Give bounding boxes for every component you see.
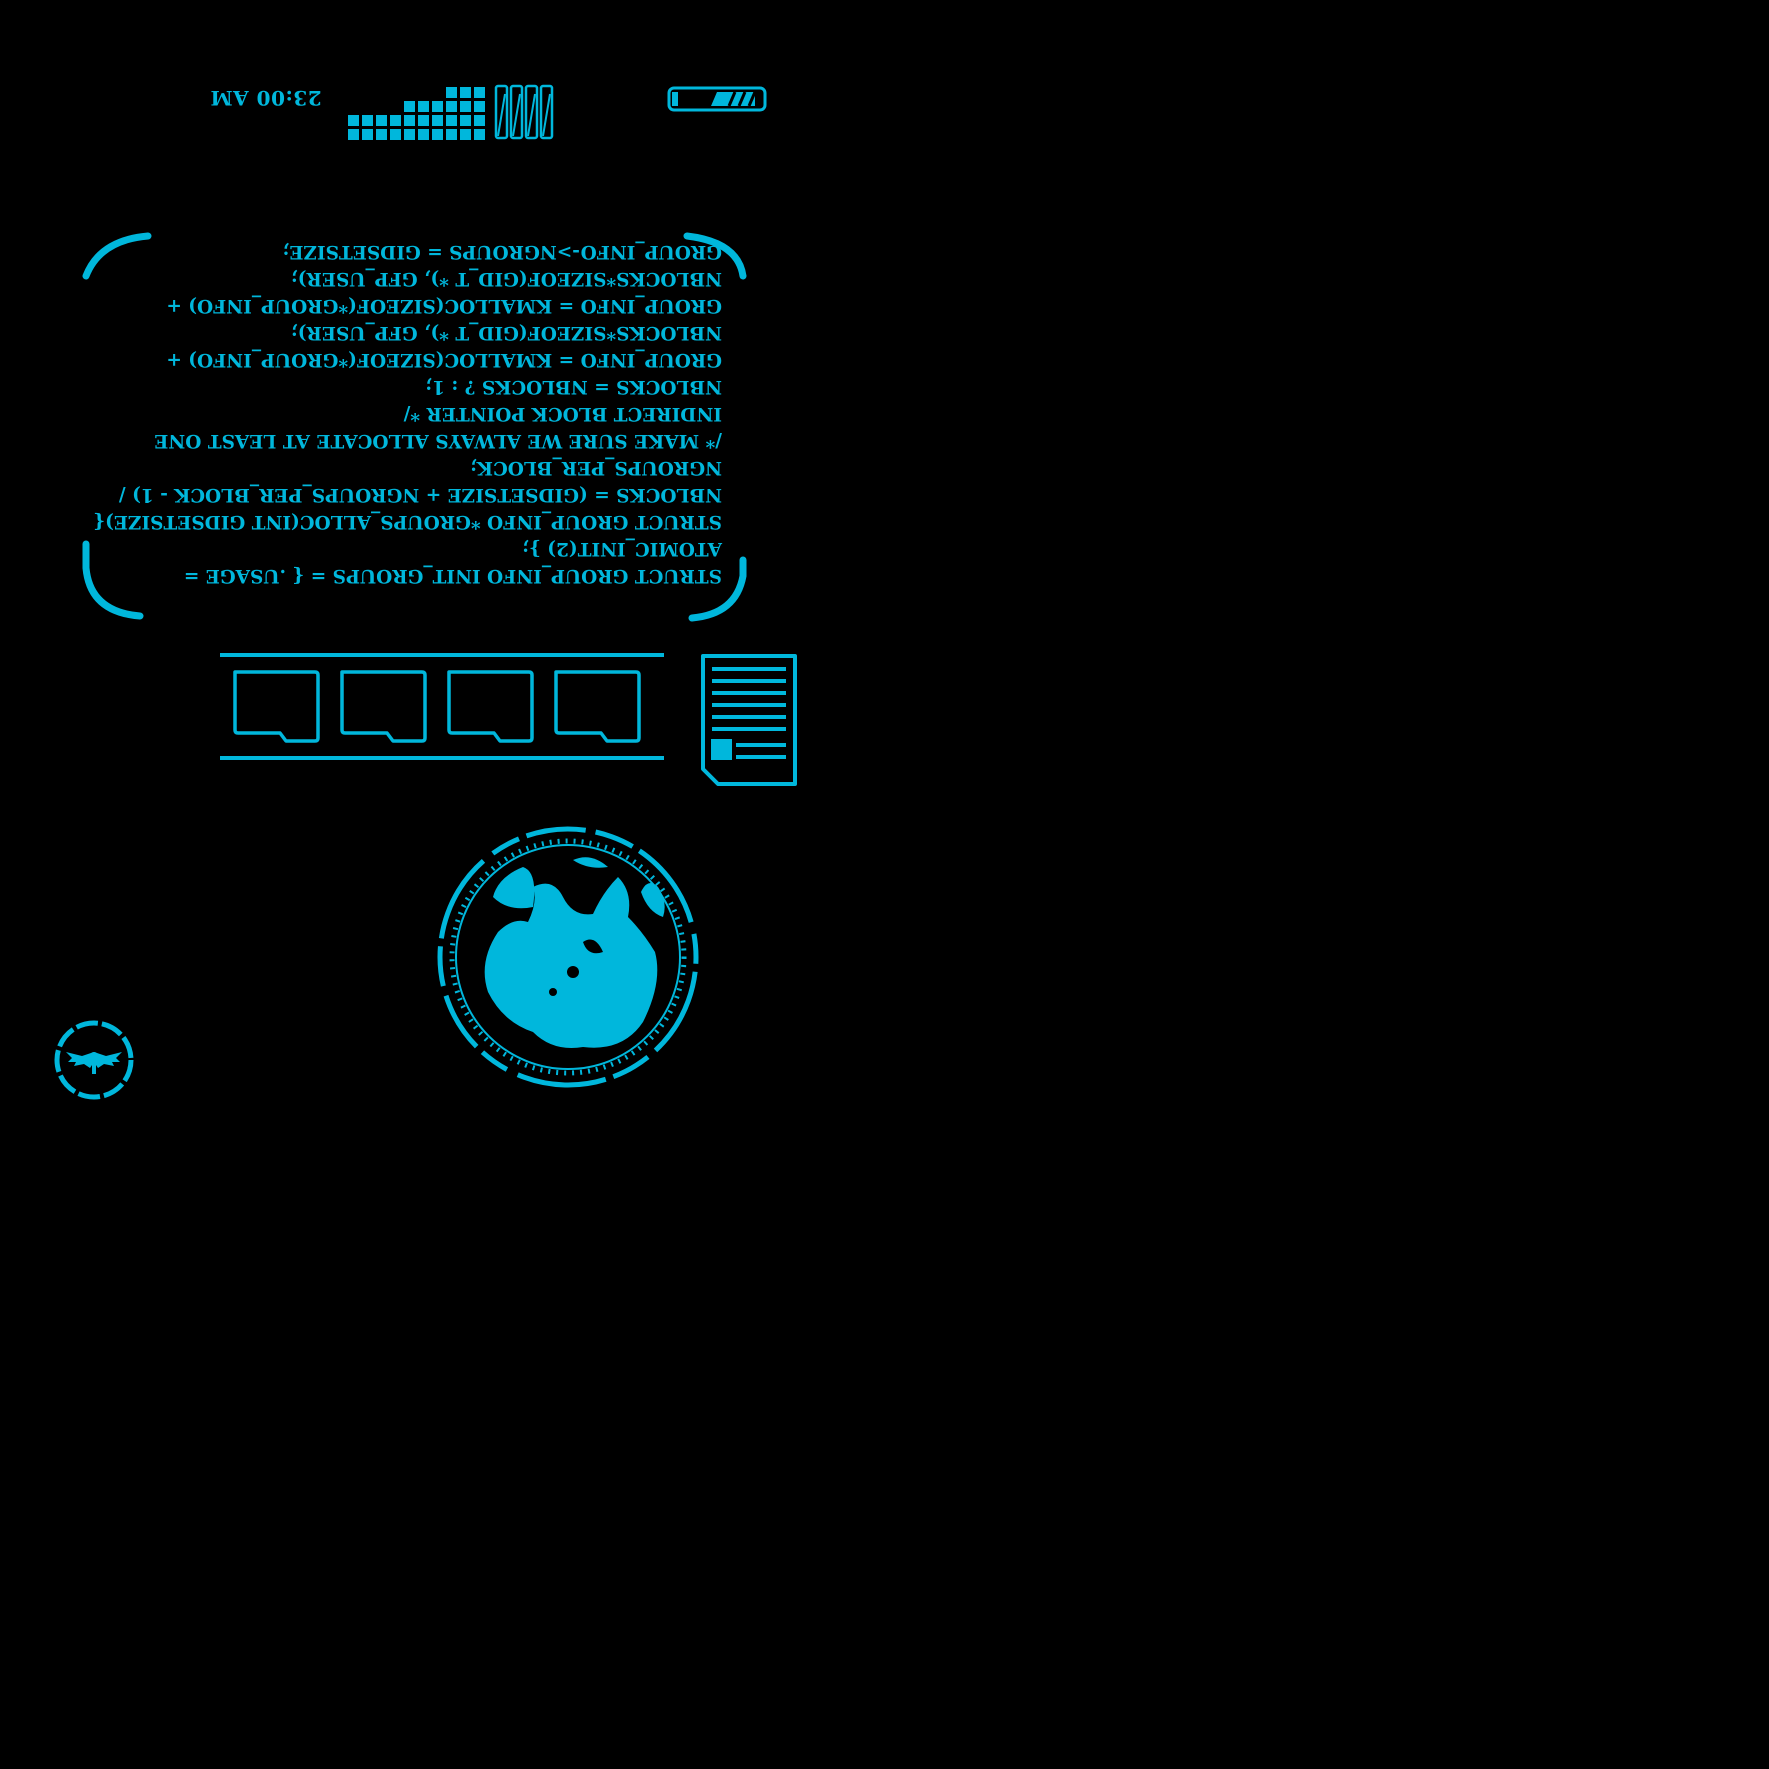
monitor-strip — [220, 653, 664, 760]
hud-screen: 23:00 AM STRUCT GROUP_INFO INIT_GROUPS =… — [0, 0, 1769, 1769]
code-line: GROUP_INFO = KMALLOC(SIZEOF(*GROUP_INFO)… — [166, 295, 722, 316]
monitor-icon — [340, 670, 427, 743]
code-line: /* MAKE SURE WE ALWAYS ALLOCATE AT LEAST… — [154, 430, 722, 451]
code-line: NBLOCKS*SIZEOF(GID_T *), GFP_USER); — [290, 322, 722, 343]
battery-icon — [667, 86, 767, 112]
globe-icon — [437, 826, 699, 1088]
code-line: NBLOCKS = NBLOCKS ? : 1; — [425, 376, 722, 397]
code-line: GROUP_INFO = KMALLOC(SIZEOF(*GROUP_INFO)… — [166, 349, 722, 370]
code-line: NBLOCKS = (GIDSETSIZE + NGROUPS_PER_BLOC… — [118, 484, 722, 505]
monitor-icon — [554, 670, 641, 743]
code-line: INDIRECT BLOCK POINTER */ — [403, 403, 722, 424]
document-icon — [701, 654, 797, 786]
clock-time: 23:00 AM — [210, 86, 322, 110]
signal-grid-icon — [348, 87, 485, 140]
monitor-icon — [233, 670, 320, 743]
code-line: ATOMIC_INIT(2) }; — [522, 538, 722, 559]
monitor-icon — [447, 670, 534, 743]
striped-bars-icon — [494, 84, 554, 140]
code-line: NGROUPS_PER_BLOCK; — [470, 457, 722, 478]
code-line: STRUCT GROUP_INFO INIT_GROUPS = { .USAGE… — [183, 565, 722, 586]
winged-emblem-icon — [54, 1020, 134, 1100]
code-line: GROUP_INFO->NGROUPS = GIDSETSIZE; — [282, 241, 722, 262]
code-line: STRUCT GROUP_INFO *GROUPS_ALLOC(INT GIDS… — [93, 511, 722, 532]
code-block: STRUCT GROUP_INFO INIT_GROUPS = { .USAGE… — [93, 238, 722, 589]
code-line: NBLOCKS*SIZEOF(GID_T *), GFP_USER); — [290, 268, 722, 289]
